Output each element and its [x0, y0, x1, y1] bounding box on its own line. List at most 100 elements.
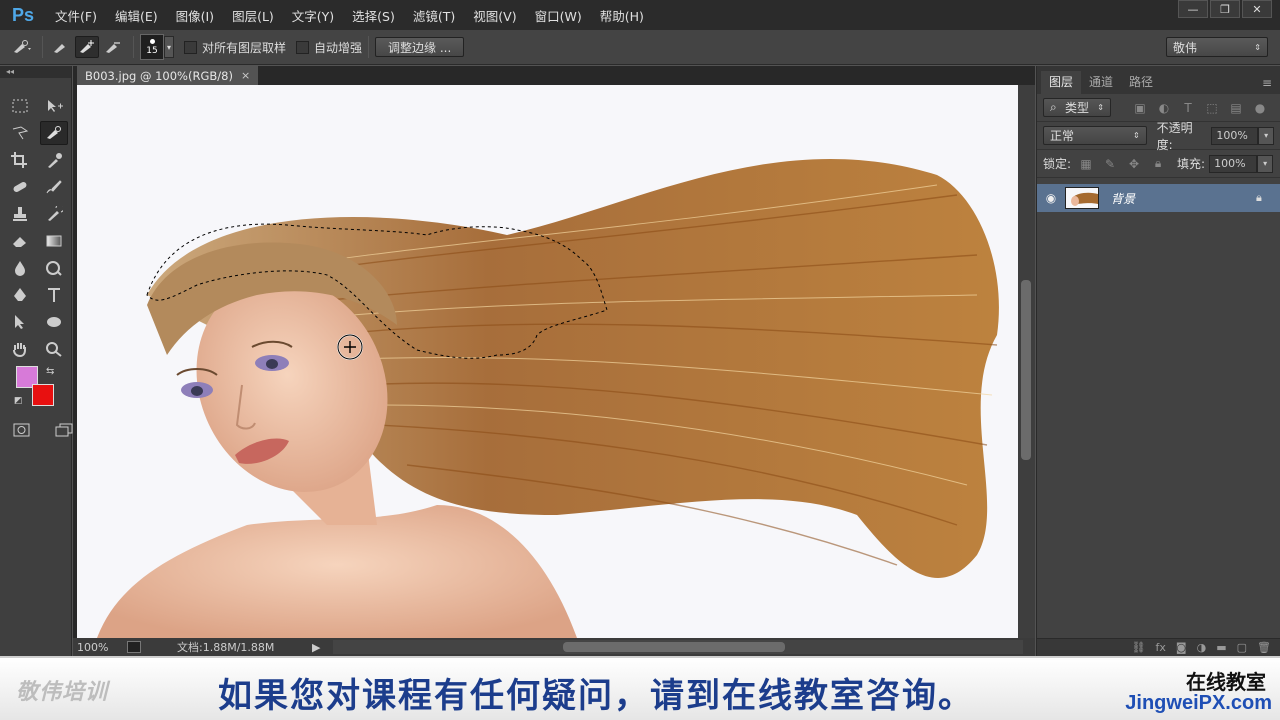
subtract-from-selection-mode[interactable] — [101, 36, 125, 58]
status-icon[interactable] — [127, 641, 141, 653]
opacity-dropdown[interactable]: ▾ — [1258, 126, 1274, 145]
add-mask-icon[interactable]: ◙ — [1176, 641, 1187, 654]
panel-menu-icon[interactable]: ≡ — [1254, 74, 1280, 94]
menu-type[interactable]: 文字(Y) — [283, 6, 343, 25]
layer-filter-select[interactable]: ⌕ 类型 ⇕ — [1043, 98, 1111, 117]
new-layer-icon[interactable]: ▢ — [1237, 641, 1247, 654]
panel-tabs: 图层 通道 路径 ≡ — [1037, 66, 1280, 94]
filter-pixel-icon[interactable]: ▣ — [1131, 99, 1149, 117]
new-selection-mode[interactable] — [49, 36, 73, 58]
lock-position-icon[interactable]: ✥ — [1125, 155, 1143, 173]
restore-button[interactable]: ❐ — [1210, 0, 1240, 18]
filter-type-icon[interactable]: T — [1179, 99, 1197, 117]
gradient-tool[interactable] — [40, 229, 68, 253]
layer-item[interactable]: ◉ 背景 🔒︎ — [1037, 184, 1280, 212]
photo-woman-flowing-hair — [77, 85, 1018, 638]
filter-toggle-icon[interactable]: ● — [1251, 99, 1269, 117]
menu-file[interactable]: 文件(F) — [46, 6, 106, 25]
menu-view[interactable]: 视图(V) — [464, 6, 525, 25]
adjustment-layer-icon[interactable]: ◑ — [1197, 641, 1207, 654]
lasso-tool[interactable] — [6, 121, 34, 145]
menu-filter[interactable]: 滤镜(T) — [404, 6, 464, 25]
sample-all-layers-label: 对所有图层取样 — [202, 40, 287, 55]
toolbox-collapse-icon[interactable]: ◂◂ — [0, 66, 71, 78]
filter-shape-icon[interactable]: ⬚ — [1203, 99, 1221, 117]
menu-layer[interactable]: 图层(L) — [223, 6, 283, 25]
eyedropper-tool[interactable] — [40, 148, 68, 172]
type-tool[interactable] — [40, 283, 68, 307]
tab-channels[interactable]: 通道 — [1081, 71, 1121, 94]
horizontal-scroll-thumb[interactable] — [563, 642, 785, 652]
layer-name[interactable]: 背景 — [1111, 190, 1256, 207]
brush-add-icon — [80, 40, 94, 53]
subtitle-text: 如果您对课程有任何疑问，请到在线教室咨询。 — [218, 676, 974, 716]
close-button[interactable]: ✕ — [1242, 0, 1272, 18]
quick-selection-tool[interactable] — [40, 121, 68, 145]
layer-filter-value: 类型 — [1065, 101, 1090, 115]
pen-tool[interactable] — [6, 283, 34, 307]
workspace-select[interactable]: 敬伟 ⇕ — [1166, 37, 1268, 57]
refine-edge-button[interactable]: 调整边缘 ... — [375, 37, 465, 57]
brush-tool[interactable] — [40, 175, 68, 199]
blur-tool[interactable] — [6, 256, 34, 280]
vertical-scrollbar[interactable] — [1018, 85, 1035, 638]
link-layers-icon[interactable]: ⛓ — [1132, 641, 1146, 654]
crop-icon — [11, 152, 27, 168]
new-group-icon[interactable]: ▬ — [1216, 641, 1226, 654]
zoom-tool[interactable] — [40, 337, 68, 361]
opacity-input[interactable]: 100% — [1211, 126, 1259, 145]
background-color[interactable] — [32, 384, 54, 406]
move-tool[interactable] — [40, 94, 68, 118]
hand-tool[interactable] — [6, 337, 34, 361]
vertical-scroll-thumb[interactable] — [1021, 280, 1031, 460]
path-selection-tool[interactable] — [6, 310, 34, 334]
fill-input[interactable]: 100% — [1209, 154, 1258, 173]
minimize-button[interactable]: — — [1178, 0, 1208, 18]
lock-image-icon[interactable]: ✎ — [1101, 155, 1119, 173]
lock-transparent-icon[interactable]: ▦ — [1077, 155, 1095, 173]
eyedropper-icon — [48, 153, 62, 168]
tool-preset-picker[interactable] — [10, 36, 34, 58]
healing-brush-tool[interactable] — [6, 175, 34, 199]
history-brush-tool[interactable] — [40, 202, 68, 226]
sample-all-layers-checkbox[interactable] — [184, 40, 197, 54]
delete-layer-icon[interactable]: 🗑︎ — [1257, 641, 1271, 654]
ellipse-tool[interactable] — [40, 310, 68, 334]
menu-edit[interactable]: 编辑(E) — [106, 6, 167, 25]
training-logo: 敬伟培训 — [16, 679, 109, 704]
clone-stamp-tool[interactable] — [6, 202, 34, 226]
brush-picker[interactable]: 15 — [140, 34, 164, 60]
blend-mode-select[interactable]: 正常 ⇕ — [1043, 126, 1147, 145]
menu-help[interactable]: 帮助(H) — [591, 6, 653, 25]
close-tab-icon[interactable]: × — [241, 69, 250, 82]
zoom-level[interactable]: 100% — [73, 641, 127, 654]
visibility-eye-icon[interactable]: ◉ — [1037, 191, 1065, 205]
quick-mask-button[interactable] — [8, 418, 36, 442]
tab-paths[interactable]: 路径 — [1121, 71, 1161, 94]
fill-dropdown[interactable]: ▾ — [1257, 154, 1274, 173]
layer-style-icon[interactable]: fx — [1156, 641, 1166, 654]
rectangular-marquee-tool[interactable] — [6, 94, 34, 118]
crop-tool[interactable] — [6, 148, 34, 172]
brush-picker-dropdown[interactable]: ▾ — [164, 36, 174, 58]
add-to-selection-mode[interactable] — [75, 36, 99, 58]
default-colors-icon[interactable]: ◩ — [14, 396, 23, 406]
layer-thumbnail-image — [1066, 188, 1098, 208]
filter-smart-object-icon[interactable]: ▤ — [1227, 99, 1245, 117]
dodge-tool[interactable] — [40, 256, 68, 280]
menu-image[interactable]: 图像(I) — [167, 6, 223, 25]
status-menu-arrow-icon[interactable]: ▶ — [312, 641, 324, 654]
menu-window[interactable]: 窗口(W) — [526, 6, 591, 25]
filter-adjustment-icon[interactable]: ◐ — [1155, 99, 1173, 117]
divider — [42, 36, 43, 58]
menu-select[interactable]: 选择(S) — [343, 6, 404, 25]
image-canvas[interactable] — [77, 85, 1018, 638]
lock-all-icon[interactable]: 🔒︎ — [1149, 155, 1167, 173]
document-tab[interactable]: B003.jpg @ 100%(RGB/8) × — [77, 66, 259, 85]
eraser-tool[interactable] — [6, 229, 34, 253]
swap-colors-icon[interactable]: ⇆ — [46, 366, 54, 377]
brush-tip-icon — [149, 38, 155, 44]
horizontal-scrollbar[interactable] — [333, 640, 1023, 654]
auto-enhance-checkbox[interactable] — [296, 40, 310, 54]
tab-layers[interactable]: 图层 — [1041, 71, 1082, 94]
